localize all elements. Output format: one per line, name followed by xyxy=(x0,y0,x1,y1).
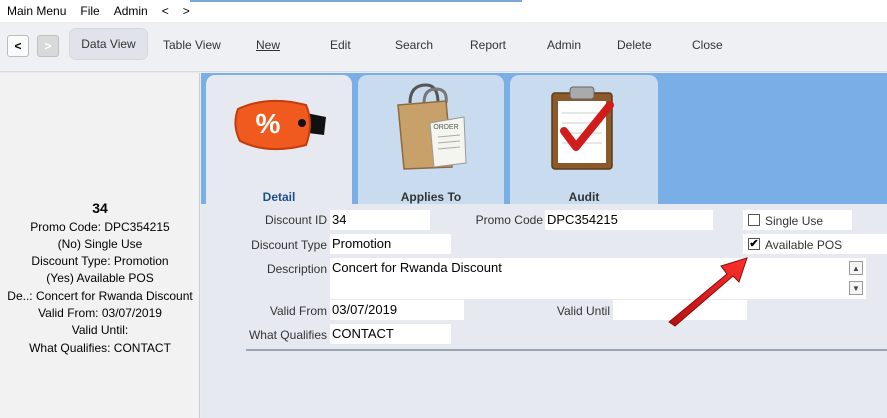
tab-detail[interactable]: % Detail xyxy=(206,75,352,204)
available-pos-checkbox[interactable]: ✔ xyxy=(748,238,760,250)
menu-bar: Main Menu File Admin < > xyxy=(0,0,887,22)
discount-type-field[interactable]: Promotion xyxy=(330,234,451,254)
summary-available-pos: (Yes) Available POS xyxy=(46,271,154,285)
discount-type-label: Discount Type xyxy=(251,238,327,252)
discount-id-label: Discount ID xyxy=(264,213,327,227)
detail-content: % Detail ORDER Applies To Audit Discount… xyxy=(201,73,887,418)
tab-detail-label: Detail xyxy=(262,190,296,204)
form-divider xyxy=(246,349,887,351)
summary-what-qualifies: What Qualifies: CONTACT xyxy=(29,341,171,355)
discount-tag-icon: % xyxy=(234,99,326,151)
summary-description: De..: Concert for Rwanda Discount xyxy=(7,289,193,303)
toolbar: < > Data View Table View New Edit Search… xyxy=(0,22,887,72)
back-button[interactable]: < xyxy=(7,35,29,57)
annotation-arrow-icon xyxy=(668,257,748,327)
promo-code-label: Promo Code xyxy=(475,213,543,227)
delete-button[interactable]: Delete xyxy=(617,38,652,52)
description-field[interactable]: Concert for Rwanda Discount xyxy=(330,258,866,299)
summary-promo-code: Promo Code: DPC354215 xyxy=(30,220,170,234)
promo-code-field[interactable]: DPC354215 xyxy=(545,210,713,230)
table-view-button[interactable]: Table View xyxy=(163,38,221,52)
clipboard-check-icon xyxy=(551,86,614,170)
tab-strip: % Detail ORDER Applies To Audit xyxy=(201,73,887,204)
svg-text:%: % xyxy=(256,108,281,139)
tab-audit[interactable]: Audit xyxy=(510,75,658,204)
description-label: Description xyxy=(266,262,327,276)
single-use-label: Single Use xyxy=(765,214,824,228)
admin-button[interactable]: Admin xyxy=(547,38,581,52)
tab-applies-to-label: Applies To xyxy=(400,190,462,204)
tab-audit-label: Audit xyxy=(568,190,600,204)
record-summary-panel: 34 Promo Code: DPC354215 (No) Single Use… xyxy=(0,73,200,418)
data-view-button[interactable]: Data View xyxy=(69,28,148,60)
available-pos-label: Available POS xyxy=(765,238,843,252)
menu-back[interactable]: < xyxy=(162,4,169,18)
summary-valid-until: Valid Until: xyxy=(71,323,129,337)
what-qualifies-field[interactable]: CONTACT xyxy=(330,324,451,344)
svg-text:ORDER: ORDER xyxy=(433,124,458,131)
summary-single-use: (No) Single Use xyxy=(57,237,143,251)
summary-discount-type: Discount Type: Promotion xyxy=(31,254,169,268)
single-use-checkbox[interactable] xyxy=(748,214,760,226)
forward-button[interactable]: > xyxy=(37,35,59,57)
menu-admin[interactable]: Admin xyxy=(114,4,148,18)
close-button[interactable]: Close xyxy=(692,38,723,52)
menu-main-menu[interactable]: Main Menu xyxy=(7,4,66,18)
search-button[interactable]: Search xyxy=(395,38,433,52)
tab-applies-to[interactable]: ORDER Applies To xyxy=(358,75,504,204)
discount-id-field[interactable]: 34 xyxy=(330,210,430,230)
new-button[interactable]: New xyxy=(256,38,280,52)
summary-valid-from: Valid From: 03/07/2019 xyxy=(38,306,162,320)
report-button[interactable]: Report xyxy=(470,38,506,52)
shopping-bag-icon: ORDER xyxy=(397,83,467,170)
menu-file[interactable]: File xyxy=(80,4,99,18)
scroll-down-icon[interactable]: ▼ xyxy=(849,281,863,295)
what-qualifies-label: What Qualifies xyxy=(248,328,327,342)
edit-button[interactable]: Edit xyxy=(330,38,351,52)
window-accent-line xyxy=(190,0,522,2)
menu-forward[interactable]: > xyxy=(183,4,190,18)
valid-from-label: Valid From xyxy=(269,304,327,318)
discount-detail-form: Discount ID 34 Promo Code DPC354215 Sing… xyxy=(201,204,887,418)
valid-until-label: Valid Until xyxy=(556,304,610,318)
scroll-up-icon[interactable]: ▲ xyxy=(849,261,863,275)
valid-from-field[interactable]: 03/07/2019 xyxy=(330,300,464,320)
summary-id: 34 xyxy=(92,200,108,216)
